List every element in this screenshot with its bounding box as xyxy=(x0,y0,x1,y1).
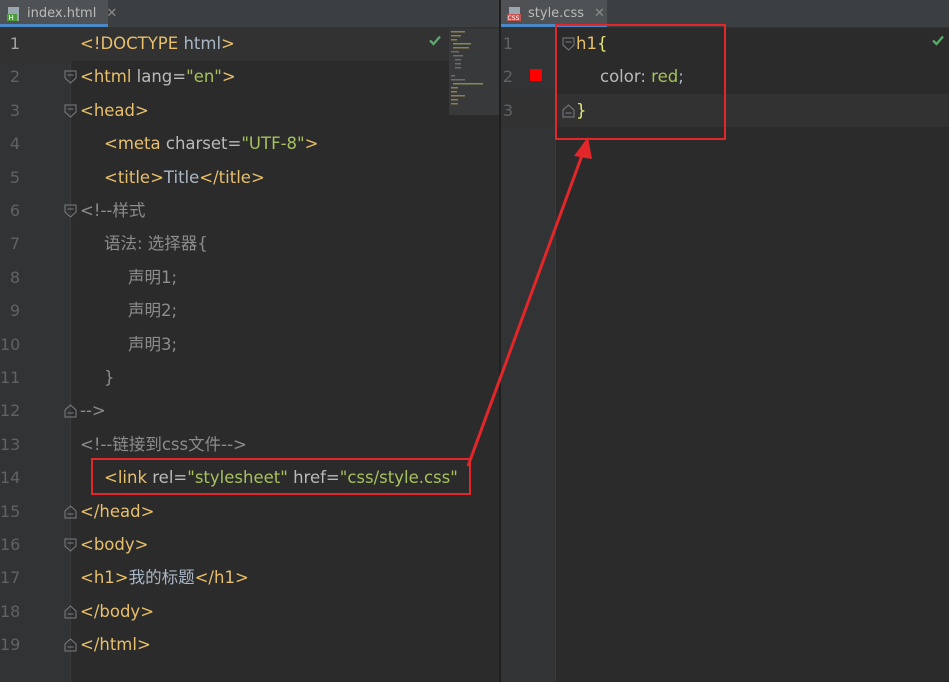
line-number: 14 xyxy=(0,468,21,488)
code-token: --> xyxy=(80,401,106,421)
code-line: <h1>我的标题</h1> xyxy=(80,568,249,588)
line-number: 3 xyxy=(9,100,20,120)
line-number: 4 xyxy=(9,134,20,154)
code-line: 语法: 选择器{ xyxy=(104,234,208,254)
code-line: <title>Title</title> xyxy=(104,168,265,188)
code-token: </head> xyxy=(80,501,155,521)
code-token: > xyxy=(221,34,235,53)
line-number: 10 xyxy=(0,334,21,354)
code-line: </head> xyxy=(80,502,154,522)
code-token: <meta xyxy=(104,134,166,154)
left-tab-bar: H index.html ✕ xyxy=(0,0,499,28)
line-number: 16 xyxy=(0,535,21,554)
code-token: lang= xyxy=(136,67,187,87)
line-number: 5 xyxy=(9,167,20,187)
code-token: <head> xyxy=(80,100,149,120)
fold-collapse-icon[interactable] xyxy=(64,638,77,652)
line-number: 13 xyxy=(0,434,21,454)
svg-text:H: H xyxy=(9,14,14,22)
code-token: </h1> xyxy=(194,568,249,588)
code-token: <body> xyxy=(80,535,149,554)
line-number: 11 xyxy=(0,368,21,387)
line-number: 6 xyxy=(9,201,20,220)
code-line: } xyxy=(104,368,115,388)
line-number: 1 xyxy=(9,34,20,53)
fold-expand-icon[interactable] xyxy=(64,204,77,218)
minimap[interactable] xyxy=(449,29,499,115)
line-number: 7 xyxy=(9,234,20,254)
line-number: 19 xyxy=(0,635,21,655)
line-number: 15 xyxy=(0,501,21,521)
code-token: "en" xyxy=(186,67,222,87)
link-line-highlight-box xyxy=(91,458,471,495)
code-token: Title xyxy=(163,167,200,187)
code-token: <!--链接到css文件--> xyxy=(80,434,247,454)
code-token: <!DOCTYPE xyxy=(80,34,184,53)
code-token: 声明3; xyxy=(128,334,178,354)
code-token: 我的标题 xyxy=(128,568,195,588)
code-line: <!--样式 xyxy=(80,201,145,221)
css-rule-highlight-box xyxy=(555,24,726,140)
fold-collapse-icon[interactable] xyxy=(64,404,77,418)
svg-text:CSS: CSS xyxy=(508,15,520,22)
css-file-icon: CSS xyxy=(507,6,523,22)
code-token: 语法: 选择器{ xyxy=(104,234,208,254)
line-number: 8 xyxy=(9,267,20,287)
code-line: <!--链接到css文件--> xyxy=(80,435,247,455)
code-line: --> xyxy=(80,401,106,421)
code-token: <title> xyxy=(104,167,164,187)
code-line: </body> xyxy=(80,602,154,622)
tab-label: style.css xyxy=(528,6,584,21)
fold-expand-icon[interactable] xyxy=(64,70,77,85)
code-line: 声明1; xyxy=(128,268,177,288)
code-token: > xyxy=(221,67,236,87)
line-number: 12 xyxy=(0,401,21,421)
ok-check-icon xyxy=(428,32,442,51)
tab-index-html[interactable]: H index.html ✕ xyxy=(0,0,117,27)
code-token: "UTF-8" xyxy=(241,134,305,154)
code-token: 声明1; xyxy=(128,267,178,287)
line-number: 17 xyxy=(0,568,21,588)
color-preview-swatch[interactable] xyxy=(530,69,542,81)
code-token: <h1> xyxy=(80,568,129,588)
code-line: <!DOCTYPE html> xyxy=(80,34,235,54)
code-token: charset= xyxy=(165,134,242,154)
line-number: 1 xyxy=(502,34,513,53)
code-line: <head> xyxy=(80,101,149,121)
line-number: 2 xyxy=(9,67,20,87)
code-line: <body> xyxy=(80,535,148,555)
code-token: </body> xyxy=(80,601,155,621)
right-editor-pane: CSS style.css ✕ 1 2 3 h1{color: red;} xyxy=(501,0,949,682)
fold-collapse-icon[interactable] xyxy=(64,605,77,619)
code-token: </title> xyxy=(199,167,265,187)
fold-expand-icon[interactable] xyxy=(64,104,77,118)
current-line-highlight xyxy=(0,28,499,61)
code-token: </html> xyxy=(80,635,151,655)
html-code-editor[interactable]: 1 2 3 4 5 6 7 8 9 10 11 12 13 14 15 16 17 18 19 <!DOCTYPE h… xyxy=(0,27,499,682)
html-file-icon: H xyxy=(6,6,22,22)
fold-collapse-icon[interactable] xyxy=(64,504,77,519)
code-token: 声明2; xyxy=(128,301,178,321)
tab-label: index.html xyxy=(27,6,97,21)
code-line: 声明3; xyxy=(128,335,177,355)
close-icon[interactable]: ✕ xyxy=(106,6,117,21)
line-number: 9 xyxy=(9,301,20,321)
fold-expand-icon[interactable] xyxy=(64,538,77,552)
tab-style-css[interactable]: CSS style.css ✕ xyxy=(501,0,607,27)
code-line: </html> xyxy=(80,635,151,655)
close-icon[interactable]: ✕ xyxy=(594,6,605,21)
code-token: } xyxy=(104,368,115,387)
code-token: <html xyxy=(80,67,137,87)
code-token: > xyxy=(304,134,319,154)
code-token: <!--样式 xyxy=(80,201,146,220)
line-number: 3 xyxy=(502,100,513,120)
code-line: <meta charset="UTF-8"> xyxy=(104,134,318,154)
code-line: 声明2; xyxy=(128,301,177,321)
left-editor-pane: H index.html ✕ 1 2 3 4 5 6 7 8 9 10 11 1… xyxy=(0,0,499,682)
line-number: 2 xyxy=(502,67,513,87)
code-line: <html lang="en"> xyxy=(80,67,236,87)
code-token: html xyxy=(183,34,222,53)
line-number: 18 xyxy=(0,601,21,621)
ok-check-icon xyxy=(931,32,945,51)
